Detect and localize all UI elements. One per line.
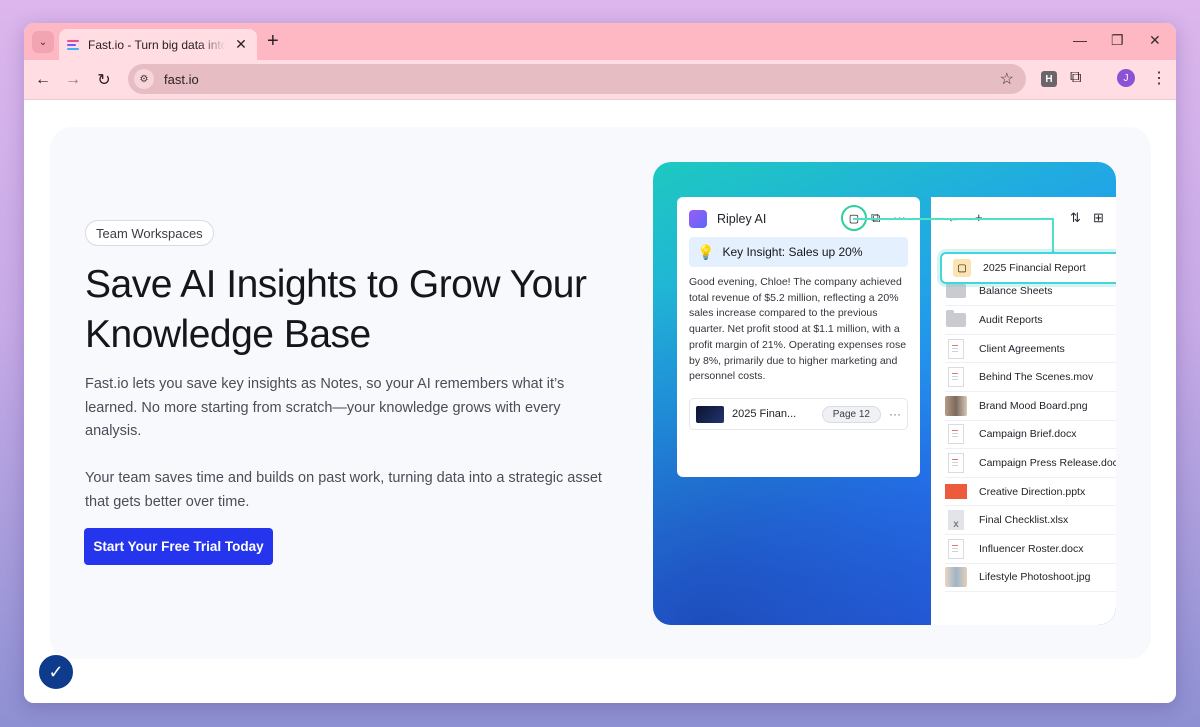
- site-settings-icon[interactable]: ⚙: [134, 69, 154, 89]
- reference-name: 2025 Finan...: [732, 408, 797, 420]
- file-list-item[interactable]: x Final Checklist.xlsx: [945, 506, 1116, 535]
- spreadsheet-icon: x: [945, 509, 967, 531]
- close-tab-icon[interactable]: ✕: [233, 36, 249, 53]
- more-options-icon[interactable]: ···: [889, 407, 901, 421]
- file-name: Lifestyle Photoshoot.jpg: [979, 571, 1091, 584]
- fastio-favicon-icon: [67, 38, 81, 52]
- image-icon: [945, 566, 967, 588]
- back-arrow-icon[interactable]: ←: [32, 69, 54, 91]
- browser-toolbar: ← → ↻ ⚙ fast.io ☆ H ⧉ J ⋮: [24, 60, 1176, 100]
- file-name: Audit Reports: [979, 313, 1043, 326]
- new-tab-icon[interactable]: +: [267, 31, 279, 51]
- file-name: Influencer Roster.docx: [979, 542, 1084, 555]
- video-icon: [945, 366, 967, 388]
- reload-icon[interactable]: ↻: [93, 69, 115, 91]
- page-content: Team Workspaces Save AI Insights to Grow…: [24, 100, 1176, 703]
- document-icon: [945, 538, 967, 560]
- url-text: fast.io: [164, 71, 199, 87]
- profile-avatar[interactable]: J: [1117, 69, 1135, 87]
- ai-assistant-name: Ripley AI: [717, 212, 767, 226]
- close-window-icon[interactable]: ✕: [1149, 32, 1161, 49]
- slides-icon: [945, 481, 967, 503]
- document-icon: [945, 452, 967, 474]
- note-file-icon: ▢: [953, 259, 971, 277]
- document-icon: [945, 423, 967, 445]
- report-thumbnail: [696, 405, 724, 423]
- highlighted-file-row[interactable]: ▢ 2025 Financial Report: [940, 252, 1116, 284]
- accessibility-icon: ✓: [48, 661, 64, 682]
- sort-icon[interactable]: ⇅: [1070, 210, 1081, 226]
- file-list-item[interactable]: Client Agreements: [945, 335, 1116, 364]
- ripley-logo-icon: [689, 210, 707, 228]
- minimize-icon[interactable]: —: [1073, 32, 1087, 48]
- file-list-item[interactable]: Campaign Brief.docx: [945, 421, 1116, 450]
- file-name: Creative Direction.pptx: [979, 485, 1086, 498]
- extension-h-icon[interactable]: H: [1041, 71, 1057, 87]
- image-icon: [945, 395, 967, 417]
- browser-window: ⌄ Fast.io - Turn big data into big outco…: [24, 23, 1176, 703]
- file-name: Campaign Brief.docx: [979, 428, 1077, 441]
- file-name: 2025 Financial Report: [983, 262, 1086, 274]
- file-list-item[interactable]: Influencer Roster.docx: [945, 535, 1116, 564]
- file-list-item[interactable]: Brand Mood Board.png: [945, 392, 1116, 421]
- file-list: Income StatementsBalance SheetsAudit Rep…: [945, 249, 1116, 593]
- file-name: Behind The Scenes.mov: [979, 371, 1094, 384]
- lightbulb-icon: 💡: [697, 243, 715, 260]
- file-name: Client Agreements: [979, 342, 1065, 355]
- browser-menu-icon[interactable]: ⋮: [1151, 68, 1167, 88]
- team-workspaces-badge: Team Workspaces: [85, 220, 214, 246]
- chevron-down-icon: ⌄: [38, 36, 48, 48]
- source-reference[interactable]: 2025 Finan... Page 12 ···: [689, 398, 908, 430]
- folder-icon: [945, 309, 967, 331]
- start-free-trial-button[interactable]: Start Your Free Trial Today: [84, 528, 273, 565]
- document-icon: [945, 338, 967, 360]
- forward-arrow-icon[interactable]: →: [62, 69, 84, 91]
- hero-section: Team Workspaces Save AI Insights to Grow…: [50, 127, 1151, 659]
- extensions-puzzle-icon[interactable]: ⧉: [1070, 69, 1081, 87]
- file-list-item[interactable]: Campaign Press Release.docx: [945, 449, 1116, 478]
- ai-response-text: Good evening, Chloe! The company achieve…: [689, 276, 907, 383]
- bookmark-star-icon[interactable]: ☆: [1000, 69, 1014, 89]
- hero-paragraph-1: Fast.io lets you save key insights as No…: [85, 376, 565, 439]
- file-list-item[interactable]: Creative Direction.pptx: [945, 478, 1116, 507]
- insight-text: Key Insight: Sales up 20%: [722, 245, 863, 259]
- restore-icon[interactable]: ❐: [1111, 32, 1124, 49]
- page-badge: Page 12: [821, 405, 881, 423]
- hero-paragraph-2: Your team saves time and builds on past …: [85, 470, 602, 510]
- hero-title: Save AI Insights to Grow Your Knowledge …: [85, 263, 587, 356]
- tab-title: Fast.io - Turn big data into big outcome…: [88, 37, 226, 52]
- product-illustration: Ripley AI ▢ ⧉ ··· 💡 Key Insight: Sales u…: [653, 162, 1116, 625]
- file-name: Brand Mood Board.png: [979, 399, 1088, 412]
- file-name: Balance Sheets: [979, 285, 1053, 298]
- address-bar[interactable]: ⚙ fast.io ☆: [128, 64, 1026, 94]
- tab-search-button[interactable]: ⌄: [32, 31, 54, 53]
- tab-strip: ⌄ Fast.io - Turn big data into big outco…: [24, 23, 1176, 60]
- tab-fast-io[interactable]: Fast.io - Turn big data into big outcome…: [59, 29, 257, 60]
- file-list-item[interactable]: Lifestyle Photoshoot.jpg: [945, 564, 1116, 593]
- accessibility-widget-button[interactable]: ✓: [37, 653, 75, 691]
- grid-view-icon[interactable]: ⊞: [1093, 210, 1104, 226]
- file-list-item[interactable]: Behind The Scenes.mov: [945, 363, 1116, 392]
- file-name: Campaign Press Release.docx: [979, 456, 1116, 469]
- file-name: Final Checklist.xlsx: [979, 514, 1069, 527]
- file-list-item[interactable]: Audit Reports: [945, 306, 1116, 335]
